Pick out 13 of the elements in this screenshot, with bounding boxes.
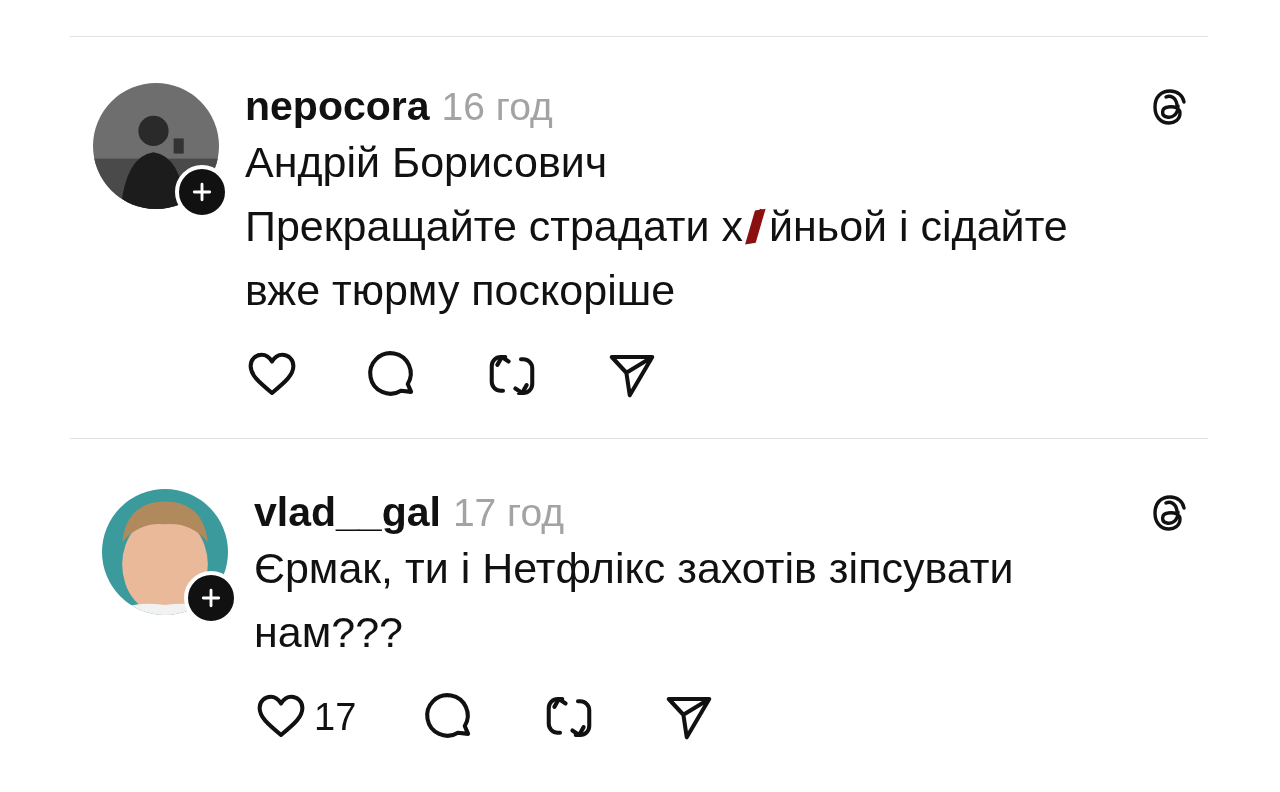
- post-text: вже тюрму поскоріше: [245, 265, 676, 315]
- post-text: Єрмак, ти і Нетфлікс захотів зіпсувати: [254, 543, 1014, 593]
- post-text: нам???: [254, 607, 403, 657]
- post-time: 17 год: [452, 491, 565, 535]
- post-text: Андрій Борисович: [245, 137, 608, 187]
- plus-icon: [191, 181, 213, 203]
- post-text: йньой і сідайте: [769, 201, 1068, 251]
- plus-icon: [200, 587, 222, 609]
- username[interactable]: vlad__gal: [254, 489, 441, 536]
- post-time: 16 год: [441, 85, 553, 129]
- like-count: 17: [314, 695, 357, 739]
- post-text: Прекращайте страдати х: [245, 201, 743, 251]
- username[interactable]: nepocora: [245, 83, 430, 130]
